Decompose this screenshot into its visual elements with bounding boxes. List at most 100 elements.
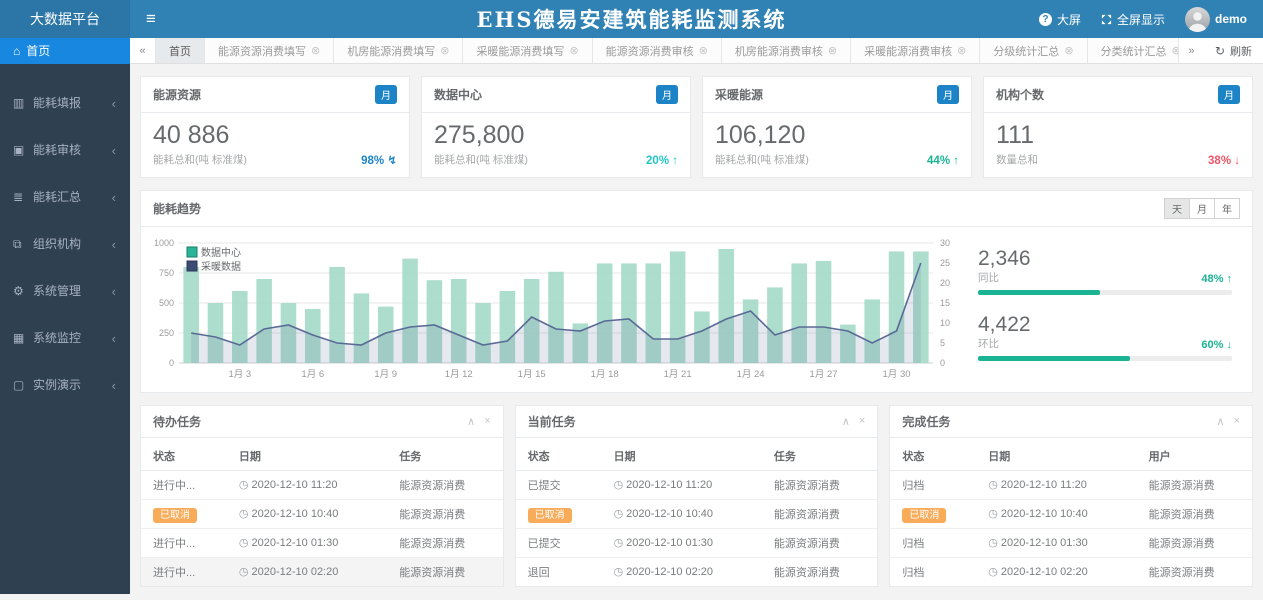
- tab-close-icon[interactable]: ⊗: [828, 44, 837, 57]
- task-table-head: 状态日期任务: [141, 442, 503, 471]
- range-button[interactable]: 月: [1189, 198, 1215, 219]
- bigscreen-button[interactable]: ? 大屏: [1039, 11, 1081, 28]
- user-menu[interactable]: demo: [1185, 7, 1247, 32]
- clock-icon: ◷: [988, 508, 998, 520]
- stat-value: 111: [996, 121, 1038, 150]
- column-header: 用户: [1137, 442, 1252, 471]
- tab-close-icon[interactable]: ⊗: [699, 44, 708, 57]
- date-cell: ◷2020-12-10 11:20: [602, 470, 762, 499]
- tab-item[interactable]: 分级统计汇总⊗: [980, 38, 1087, 63]
- status-cell: 进行中...: [141, 528, 227, 557]
- status-cell: 退回: [516, 557, 602, 586]
- avatar: [1185, 7, 1210, 32]
- refresh-button[interactable]: ↻ 刷新: [1204, 38, 1263, 63]
- tab-close-icon[interactable]: ⊗: [569, 44, 578, 57]
- stat-card: 能源资源月40 886能耗总和(吨 标准煤)98% ↯: [140, 76, 410, 178]
- fullscreen-label: 全屏显示: [1117, 11, 1165, 28]
- range-button[interactable]: 年: [1214, 198, 1240, 219]
- status-cell: 归档: [890, 528, 976, 557]
- collapse-icon[interactable]: ∧: [842, 415, 850, 428]
- clock-icon: ◷: [614, 537, 624, 549]
- column-header: 任务: [387, 442, 502, 471]
- sidebar-item[interactable]: ▣能耗审核‹: [0, 127, 130, 174]
- svg-text:1月 21: 1月 21: [664, 369, 692, 380]
- sidebar-item[interactable]: ⚙系统管理‹: [0, 268, 130, 315]
- collapse-icon[interactable]: ∧: [1217, 415, 1225, 428]
- month-badge[interactable]: 月: [656, 85, 678, 104]
- tab-close-icon[interactable]: ⊗: [311, 44, 320, 57]
- range-button-group: 天月年: [1165, 198, 1240, 219]
- panel-tools: ∧×: [467, 415, 491, 428]
- task-table: 状态日期任务已提交◷2020-12-10 11:20能源资源消费已取消◷2020…: [516, 442, 878, 586]
- stat-card: 数据中心月275,800能耗总和(吨 标准煤)20% ↑: [421, 76, 691, 178]
- column-header: 状态: [890, 442, 976, 471]
- sidebar-item[interactable]: ▦系统监控‹: [0, 315, 130, 362]
- svg-text:采暖数据: 采暖数据: [201, 260, 241, 273]
- stat-card-values: 106,120能耗总和(吨 标准煤): [715, 121, 809, 167]
- bar-chart-icon: ▥: [13, 80, 27, 127]
- clock-icon: ◷: [988, 537, 998, 549]
- fullscreen-button[interactable]: 全屏显示: [1101, 11, 1165, 28]
- svg-text:1月 3: 1月 3: [228, 369, 251, 380]
- tab-item[interactable]: 采暖能源消费填写⊗: [463, 38, 592, 63]
- tab-item[interactable]: 分类统计汇总⊗: [1088, 38, 1178, 63]
- progress-track: [978, 290, 1232, 295]
- task-table-head: 状态日期任务: [516, 442, 878, 471]
- close-icon[interactable]: ×: [1234, 415, 1240, 428]
- month-badge[interactable]: 月: [937, 85, 959, 104]
- task-panel: 当前任务∧×状态日期任务已提交◷2020-12-10 11:20能源资源消费已取…: [515, 405, 879, 587]
- table-row: 已取消◷2020-12-10 10:40能源资源消费: [516, 499, 878, 528]
- task-table-body: 进行中...◷2020-12-10 11:20能源资源消费已取消◷2020-12…: [141, 470, 503, 586]
- svg-text:1月 27: 1月 27: [810, 369, 838, 380]
- tab-item[interactable]: 能源资源消费填写⊗: [205, 38, 334, 63]
- range-button[interactable]: 天: [1164, 198, 1190, 219]
- monitor-icon: ▦: [13, 315, 27, 362]
- tabs-scroll-right-icon[interactable]: »: [1178, 38, 1204, 63]
- clock-icon: ◷: [239, 508, 249, 520]
- tab-close-icon[interactable]: ⊗: [1064, 44, 1073, 57]
- tab-close-icon[interactable]: ⊗: [440, 44, 449, 57]
- sidebar-item-label: 能耗汇总: [33, 190, 81, 204]
- svg-text:15: 15: [940, 298, 950, 308]
- collapse-icon[interactable]: ∧: [467, 415, 475, 428]
- side-stat-top: 4,422环比60% ↓: [978, 313, 1232, 351]
- tab-item[interactable]: 采暖能源消费审核⊗: [851, 38, 980, 63]
- stat-card-header: 数据中心月: [422, 77, 690, 113]
- close-icon[interactable]: ×: [484, 415, 490, 428]
- task-table-header-row: 状态日期任务: [141, 442, 503, 471]
- close-icon[interactable]: ×: [859, 415, 865, 428]
- task-panel-title: 待办任务: [153, 413, 201, 430]
- table-row: 已提交◷2020-12-10 11:20能源资源消费: [516, 470, 878, 499]
- sidebar-item[interactable]: ⧉组织机构‹: [0, 221, 130, 268]
- tab-item[interactable]: 机房能源消费审核⊗: [722, 38, 851, 63]
- tabs-scroll-left-icon[interactable]: «: [130, 38, 156, 63]
- task-table-body: 归档◷2020-12-10 11:20能源资源消费已取消◷2020-12-10 …: [890, 470, 1252, 586]
- stat-card-values: 111数量总和: [996, 121, 1038, 167]
- sidebar-home-label: 首页: [26, 44, 50, 58]
- tab-item[interactable]: 能源资源消费审核⊗: [593, 38, 722, 63]
- tab-item[interactable]: 首页: [156, 38, 205, 63]
- column-header: 日期: [227, 442, 387, 471]
- sidebar-item-label: 系统监控: [33, 331, 81, 345]
- task-table: 状态日期任务进行中...◷2020-12-10 11:20能源资源消费已取消◷2…: [141, 442, 503, 586]
- tab-close-icon[interactable]: ⊗: [957, 44, 966, 57]
- stat-card-title: 能源资源: [153, 86, 201, 103]
- sidebar-item[interactable]: ≣能耗汇总‹: [0, 174, 130, 221]
- tab-item[interactable]: 机房能源消费填写⊗: [334, 38, 463, 63]
- sidebar-item[interactable]: ▥能耗填报‹: [0, 80, 130, 127]
- task-panel-header: 当前任务∧×: [516, 406, 878, 438]
- month-badge[interactable]: 月: [375, 85, 397, 104]
- status-cell: 归档: [890, 470, 976, 499]
- sidebar-item[interactable]: ▢实例演示‹: [0, 362, 130, 409]
- date-cell: ◷2020-12-10 10:40: [602, 499, 762, 528]
- task-panel-header: 待办任务∧×: [141, 406, 503, 438]
- month-badge[interactable]: 月: [1218, 85, 1240, 104]
- sidebar-item-home[interactable]: ⌂首页: [0, 38, 130, 64]
- stat-cards: 能源资源月40 886能耗总和(吨 标准煤)98% ↯数据中心月275,800能…: [140, 76, 1253, 178]
- task-cell: 能源资源消费: [1137, 470, 1252, 499]
- progress-track: [978, 356, 1232, 361]
- progress-bar: [978, 356, 1130, 361]
- stat-percent: 44% ↑: [927, 155, 959, 167]
- hamburger-icon[interactable]: ≡: [146, 9, 156, 29]
- status-badge: 已取消: [902, 508, 946, 523]
